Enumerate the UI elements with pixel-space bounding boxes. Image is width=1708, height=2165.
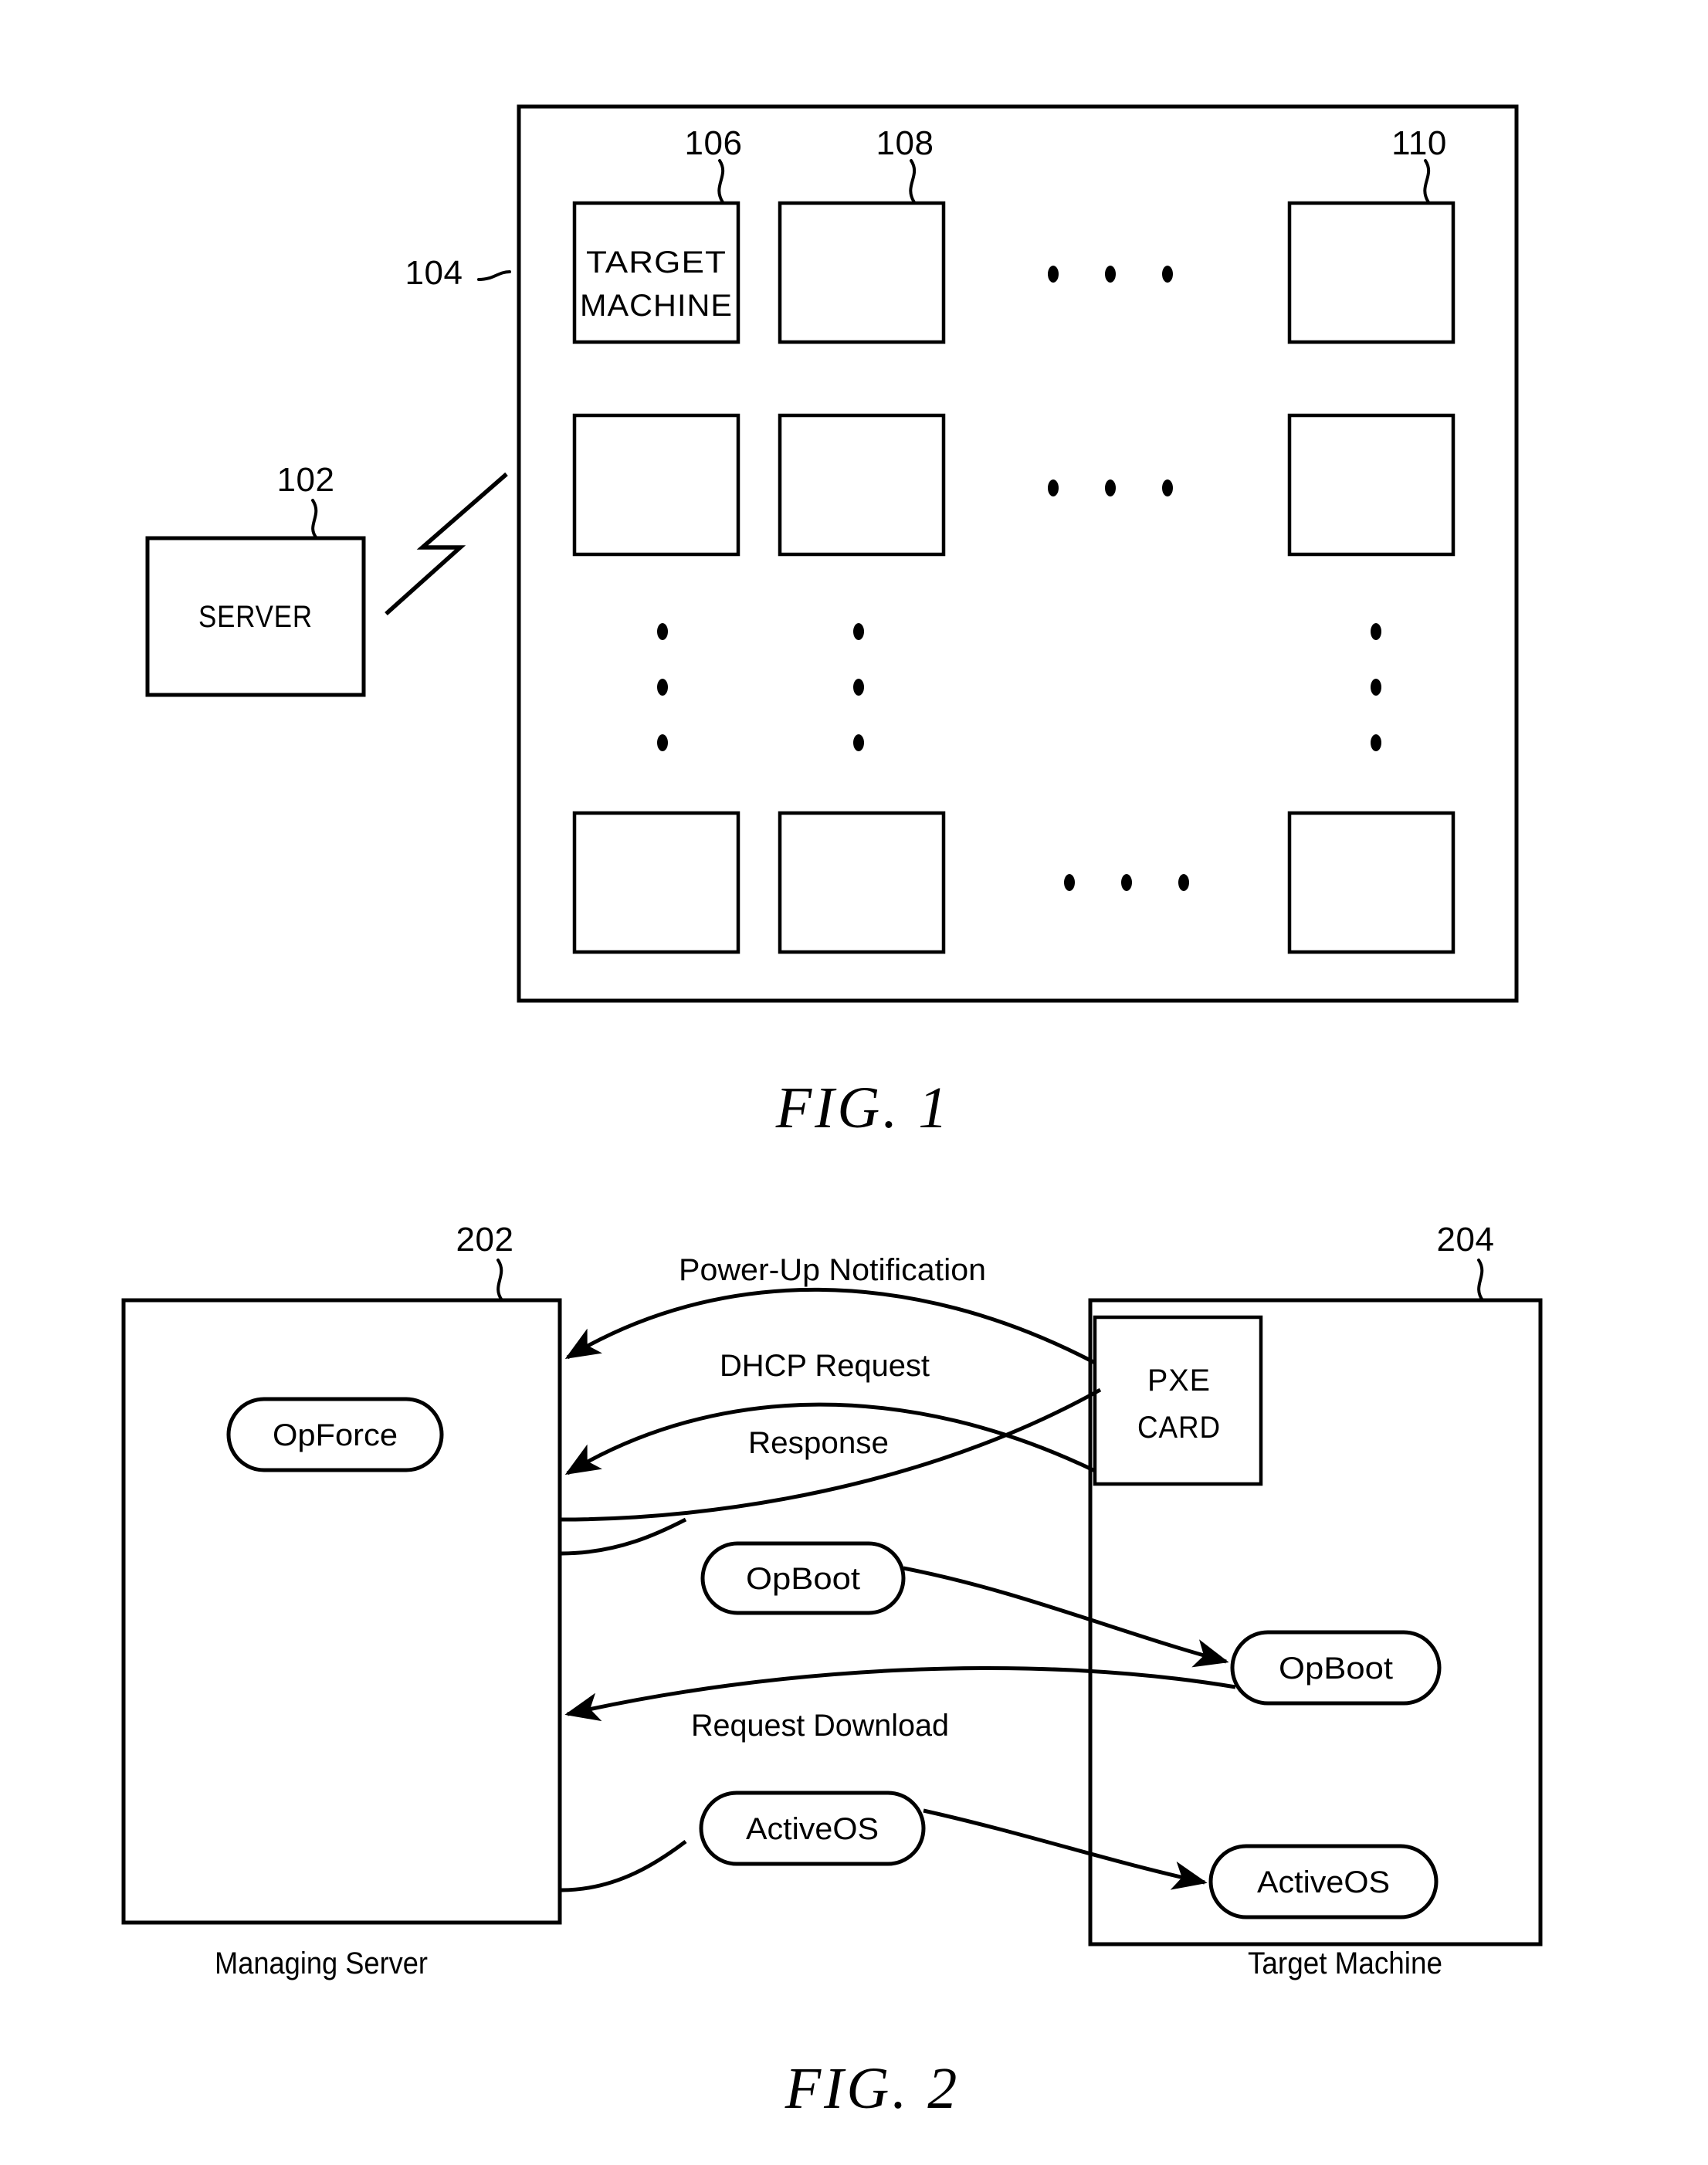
message-label-response: Response [748, 1426, 889, 1460]
message-label-power-up-notification: Power-Up Notification [679, 1253, 986, 1287]
target-machine-label-line1: TARGET [586, 246, 727, 280]
ref-label-102: 102 [277, 461, 335, 499]
ref-label-204: 204 [1437, 1221, 1495, 1259]
activeos-pill-target-label: ActiveOS [1257, 1865, 1390, 1899]
ref-label-202: 202 [456, 1221, 514, 1259]
activeos-pill-server-label: ActiveOS [746, 1812, 879, 1846]
target-machine-label-line2: MACHINE [580, 289, 733, 323]
ref-label-108: 108 [876, 124, 934, 162]
ref-label-106: 106 [685, 124, 743, 162]
message-label-dhcp-request: DHCP Request [720, 1349, 930, 1383]
figure-text-layer: 104 106 108 110 TARGET MACHINE 102 SERVE… [198, 124, 1495, 2121]
opforce-pill-label: OpForce [273, 1418, 398, 1452]
pxe-card-label-line1: PXE [1147, 1364, 1211, 1398]
opboot-pill-target-label: OpBoot [1279, 1652, 1393, 1686]
patent-figure-sheet: 104 106 108 110 TARGET MACHINE 102 SERVE… [0, 0, 1708, 2165]
figure-2-caption: FIG. 2 [785, 2056, 961, 2121]
figure-1-caption: FIG. 1 [775, 1076, 951, 1140]
ref-label-110: 110 [1391, 124, 1447, 162]
server-label: SERVER [198, 600, 313, 634]
target-machine-caption: Target Machine [1248, 1946, 1442, 1980]
message-label-request-download: Request Download [691, 1709, 949, 1743]
ref-label-104: 104 [405, 254, 463, 292]
opboot-pill-server-label: OpBoot [746, 1562, 860, 1596]
managing-server-caption: Managing Server [215, 1946, 428, 1980]
pxe-card-label-line2: CARD [1137, 1411, 1221, 1445]
